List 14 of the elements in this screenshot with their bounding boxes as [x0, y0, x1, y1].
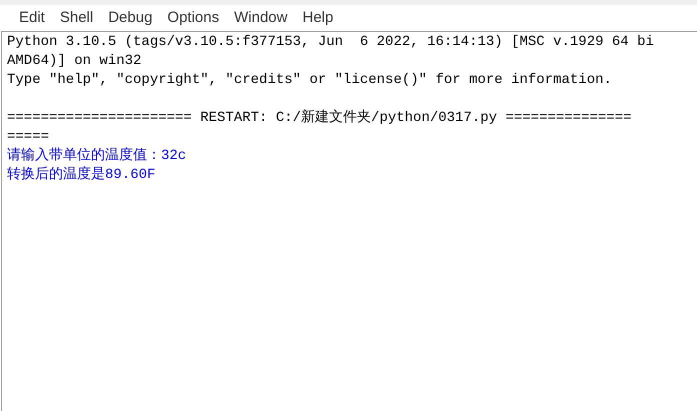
- menu-item[interactable]: Window: [227, 6, 294, 30]
- menu-item[interactable]: Help: [295, 6, 340, 30]
- menu-item[interactable]: Debug: [101, 6, 160, 30]
- menu-item[interactable]: Edit: [12, 6, 52, 30]
- menu-item[interactable]: Options: [160, 6, 226, 30]
- menu-item[interactable]: Shell: [52, 6, 100, 30]
- shell-text-line: AMD64)] on win32: [7, 52, 142, 71]
- shell-text-line: =====: [7, 128, 50, 147]
- program-output-line: 转换后的温度是89.60F: [7, 166, 156, 185]
- shell-text-line: ====================== RESTART: C:/新建文件夹/python/0317.py ===============: [7, 109, 632, 128]
- shell-text-area[interactable]: [1, 31, 697, 411]
- program-output-line: 请输入带单位的温度值：32c: [7, 147, 186, 166]
- shell-text-line: Python 3.10.5 (tags/v3.10.5:f377153, Jun 6 2022, 16:14:13) [MSC v.1929 64 bi: [7, 33, 654, 52]
- shell-text-line: Type "help", "copyright", "credits" or "license()" for more information.: [7, 71, 612, 90]
